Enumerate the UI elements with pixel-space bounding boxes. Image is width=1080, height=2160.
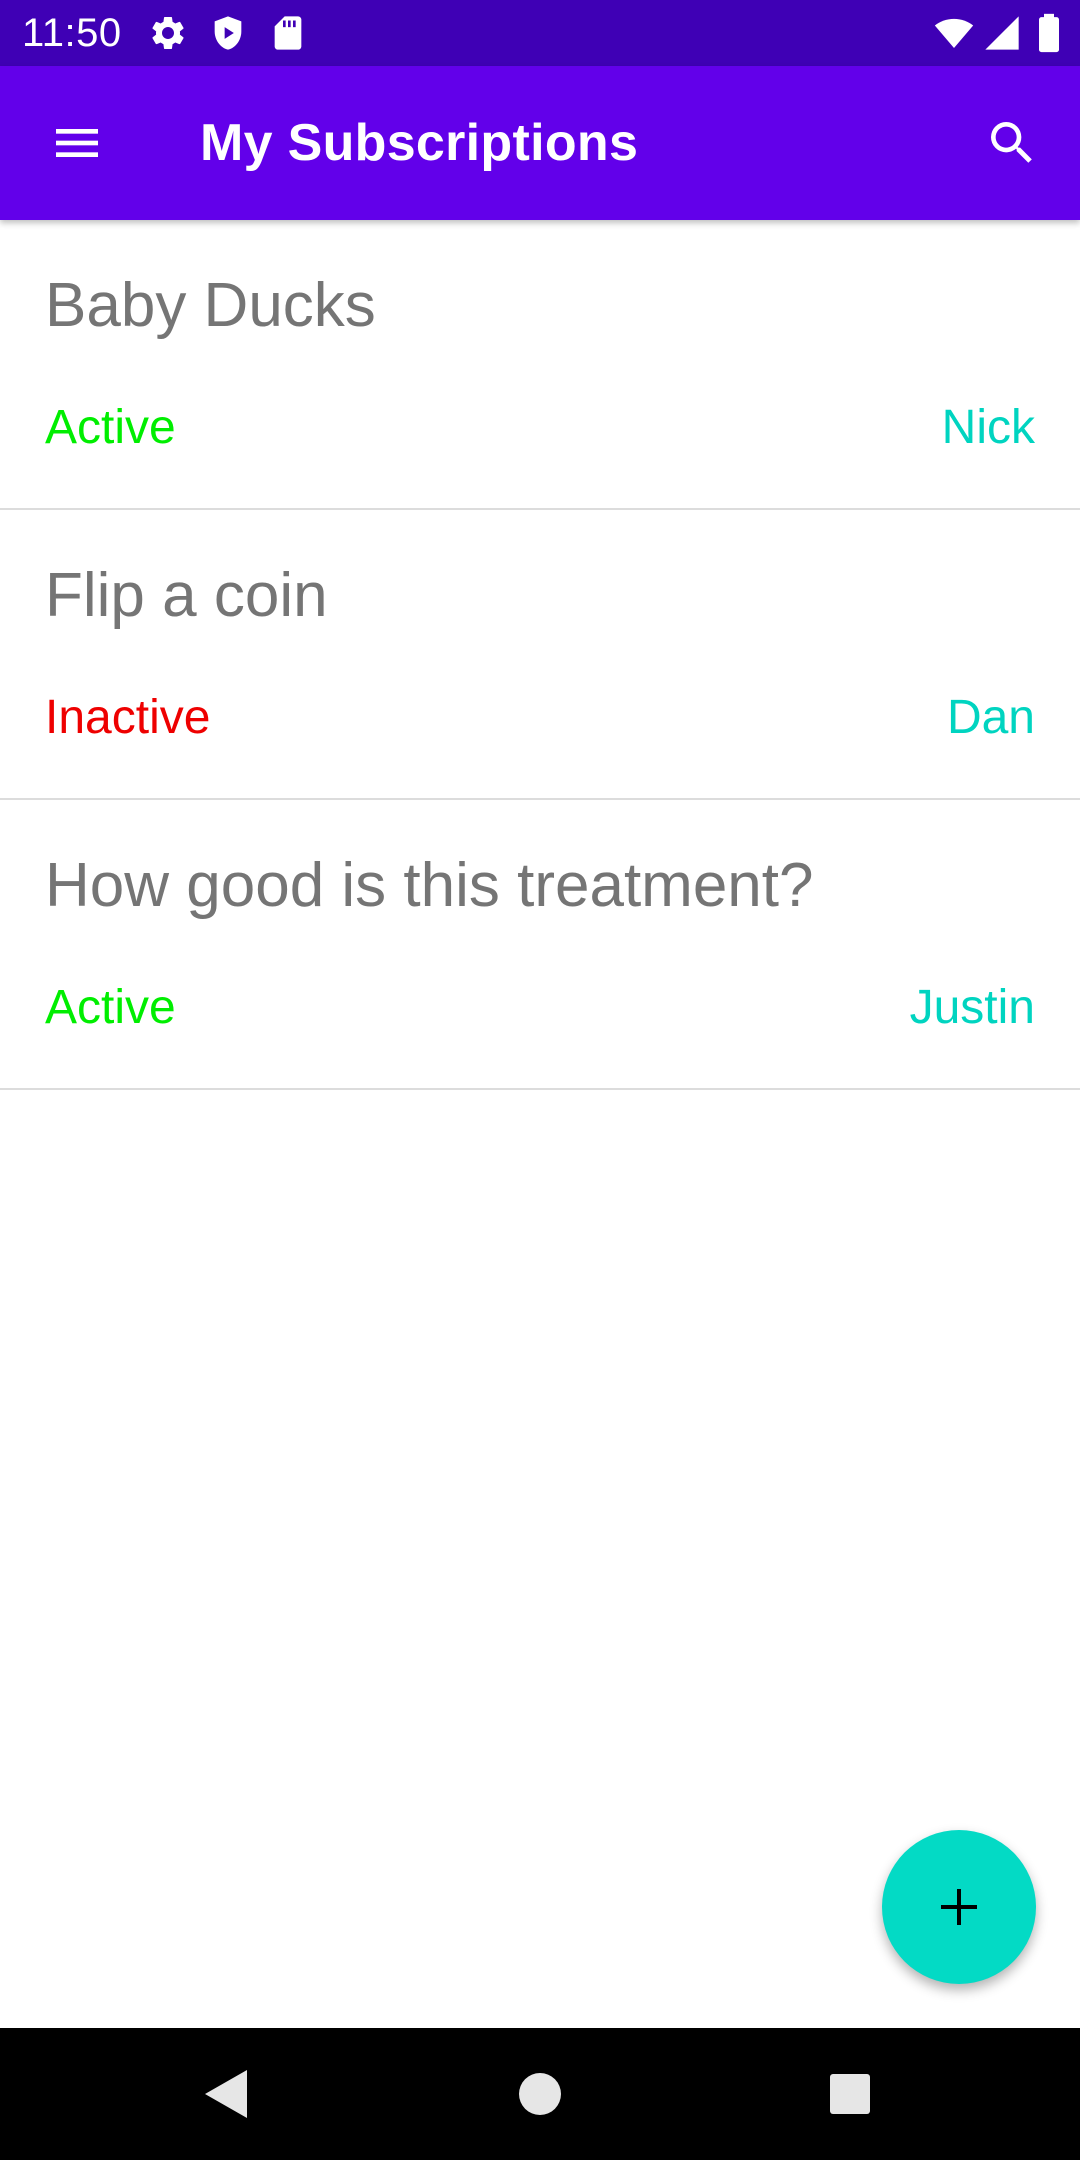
settings-icon: [152, 16, 184, 49]
list-item[interactable]: Flip a coin Inactive Dan: [0, 510, 1080, 800]
subscription-status: Active: [45, 981, 176, 1034]
page-title: My Subscriptions: [200, 114, 639, 172]
navigation-bar: [0, 2028, 1080, 2160]
plus-icon: [941, 1889, 977, 1925]
list-item[interactable]: Baby Ducks Active Nick: [0, 220, 1080, 510]
list-item[interactable]: How good is this treatment? Active Justi…: [0, 800, 1080, 1090]
subscription-owner: Dan: [946, 691, 1035, 744]
recents-icon: [830, 2074, 870, 2114]
status-bar: 11:50: [0, 0, 1080, 66]
subscription-title: How good is this treatment?: [45, 851, 814, 920]
add-subscription-button[interactable]: [882, 1830, 1036, 1984]
home-icon: [519, 2073, 561, 2115]
menu-icon: [56, 129, 98, 157]
back-icon: [205, 2070, 247, 2118]
menu-button[interactable]: [33, 99, 121, 187]
home-button[interactable]: [500, 2054, 580, 2134]
back-button[interactable]: [186, 2054, 266, 2134]
search-icon: [991, 122, 1032, 163]
battery-icon: [1039, 13, 1059, 53]
subscription-title: Baby Ducks: [45, 271, 376, 340]
subscription-title: Flip a coin: [45, 561, 328, 630]
recents-button[interactable]: [810, 2054, 890, 2134]
app-bar: My Subscriptions: [0, 66, 1080, 220]
sd-card-icon: [274, 16, 302, 50]
subscription-owner: Nick: [941, 401, 1035, 454]
status-time: 11:50: [22, 11, 122, 55]
wifi-icon: [934, 18, 974, 48]
cell-signal-icon: [985, 16, 1019, 50]
subscription-status: Inactive: [45, 691, 211, 744]
search-button[interactable]: [968, 99, 1056, 187]
subscription-owner: Justin: [909, 981, 1035, 1034]
subscription-status: Active: [45, 401, 176, 454]
subscription-list: Baby Ducks Active Nick Flip a coin Inact…: [0, 220, 1080, 1090]
shield-icon: [214, 16, 242, 50]
